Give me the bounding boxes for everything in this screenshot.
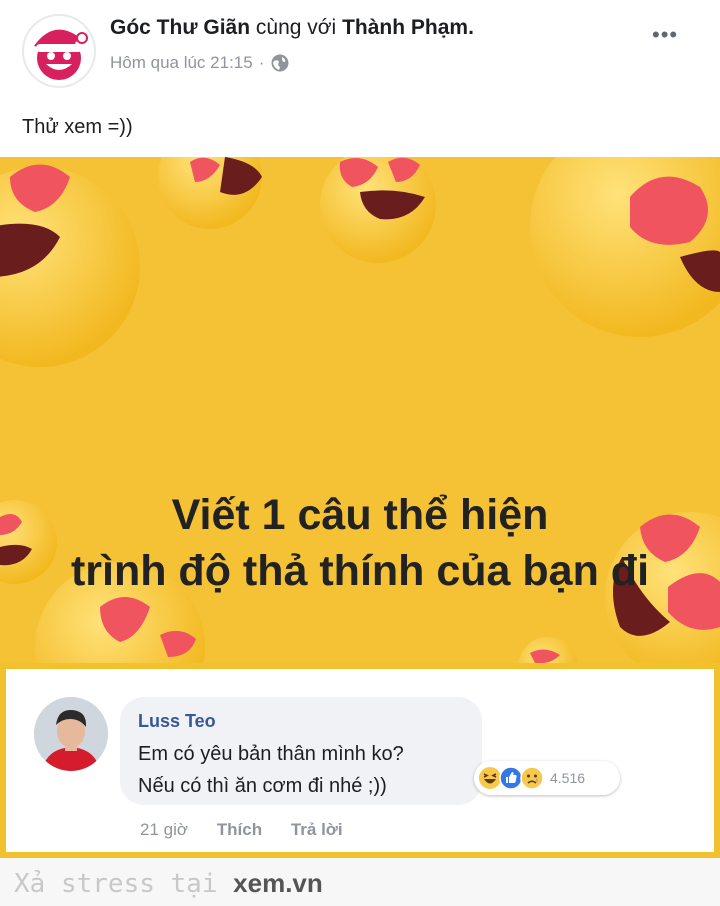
meta-separator: · [258, 53, 265, 72]
commenter-avatar[interactable] [34, 697, 108, 771]
page-avatar[interactable] [22, 14, 96, 88]
post-header: Góc Thư Giãn cùng với Thành Phạm. Hôm qu… [0, 0, 720, 100]
commenter-name[interactable]: Luss Teo [138, 711, 216, 732]
reaction-count: 4.516 [550, 770, 586, 786]
watermark-prefix: Xả stress tại [14, 869, 218, 899]
comment-timestamp[interactable]: 21 giờ [140, 820, 188, 839]
banner-line-1: Viết 1 câu thể hiện [171, 491, 549, 539]
santa-smiley-logo-icon [34, 29, 88, 80]
page-name-link[interactable]: Góc Thư Giãn [110, 16, 250, 39]
sad-icon [520, 766, 544, 790]
post-caption: Thử xem =)) [22, 116, 133, 138]
like-comment-button[interactable]: Thích [217, 820, 262, 839]
post-author-line: Góc Thư Giãn cùng với Thành Phạm. [110, 16, 474, 40]
globe-icon [271, 54, 289, 72]
tagged-user-link[interactable]: Thành Phạm. [342, 16, 474, 39]
reaction-summary[interactable]: 4.516 [474, 761, 620, 795]
comment-text-line-1: Em có yêu bản thân mình ko? [138, 743, 404, 765]
profile-photo-icon [34, 697, 108, 771]
comment-text-line-2: Nếu có thì ăn cơm đi nhé ;)) [138, 775, 387, 797]
post-timestamp[interactable]: Hôm qua lúc 21:15 [110, 53, 253, 73]
reply-comment-button[interactable]: Trả lời [291, 820, 343, 839]
watermark: Xả stress tại xem.vn [14, 868, 323, 899]
more-options-icon[interactable]: ••• [652, 22, 678, 48]
watermark-site: xem.vn [233, 868, 323, 898]
highlighted-comment: Luss Teo Em có yêu bản thân mình ko? Nếu… [0, 663, 720, 858]
watermark-footer: Xả stress tại xem.vn [0, 858, 720, 906]
banner-text: Viết 1 câu thể hiện trình độ thả thính c… [0, 487, 720, 599]
post-meta: Hôm qua lúc 21:15 · [110, 53, 290, 73]
comment-bubble: Luss Teo Em có yêu bản thân mình ko? Nếu… [120, 697, 482, 805]
comment-actions: 21 giờ Thích Trả lời [140, 820, 367, 840]
banner-line-2: trình độ thả thính của bạn đi [70, 547, 650, 595]
with-text: cùng với [255, 16, 337, 39]
post-image[interactable]: Viết 1 câu thể hiện trình độ thả thính c… [0, 157, 720, 663]
